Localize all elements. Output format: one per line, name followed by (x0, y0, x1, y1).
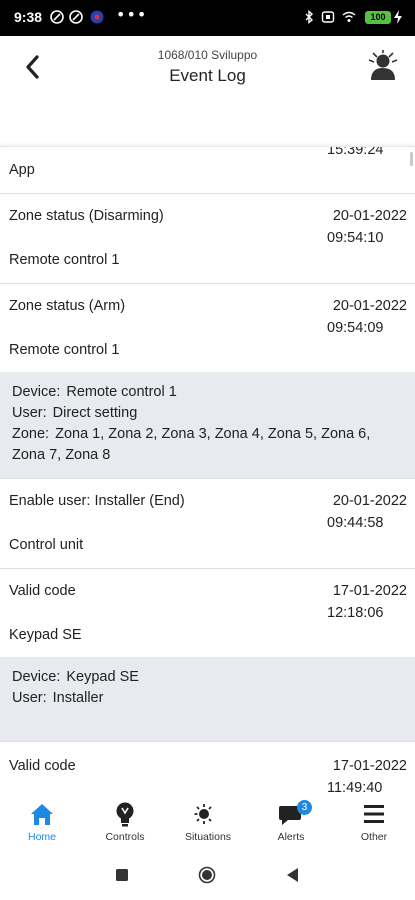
event-title: Zone status (Disarming) (9, 208, 164, 224)
event-date: 17-01-2022 (332, 758, 407, 774)
more-notifications-icon: ••• (116, 5, 148, 24)
detail-value: Installer (52, 690, 104, 706)
event-title: Valid code (9, 758, 76, 774)
detail-value: Remote control 1 (66, 384, 177, 400)
event-source: Remote control 1 (9, 252, 120, 268)
detail-row: Device: Remote control 1 (12, 382, 403, 403)
event-time: 15:39:24 (327, 146, 384, 158)
nav-label: Alerts (277, 831, 305, 843)
list-item[interactable]: Enable user: Installer (End) 20-01-2022 … (0, 479, 415, 569)
event-title: Zone status (Arm) (9, 298, 126, 314)
detail-key: Device: (12, 384, 61, 400)
menu-icon (364, 805, 384, 823)
detail-key: User: (12, 405, 47, 421)
sun-moon-icon (194, 804, 214, 824)
charging-icon (394, 10, 402, 24)
event-time: 09:54:10 (327, 230, 384, 246)
nav-label: Home (27, 831, 56, 843)
event-date: 17-01-2022 (332, 583, 407, 599)
detail-key: User: (12, 690, 47, 706)
list-item[interactable]: 15:39:24 App (0, 147, 415, 194)
nav-label: Other (360, 831, 388, 843)
event-details: Device: Keypad SE User: Installer (0, 657, 415, 742)
notification-icon (50, 10, 64, 24)
bottom-navigation: Home Controls Situations 3 Alerts Other (0, 794, 415, 854)
nav-alerts[interactable]: 3 Alerts (251, 800, 331, 843)
list-item[interactable]: Valid code 17-01-2022 12:18:06 Keypad SE (0, 569, 415, 657)
wifi-icon (342, 11, 356, 22)
list-item[interactable]: Valid code 17-01-2022 11:49:40 (0, 742, 415, 794)
header-subtitle: 1068/010 Sviluppo (157, 48, 258, 62)
detail-key: Device: (12, 669, 61, 685)
event-time: 09:44:58 (327, 515, 384, 531)
home-button-icon[interactable] (198, 866, 216, 884)
detail-row: User: Direct setting (12, 403, 403, 424)
detail-key: Zone: (12, 426, 50, 442)
nav-label: Situations (184, 831, 232, 843)
app-notification-icon (90, 10, 104, 24)
nav-other[interactable]: Other (334, 800, 414, 843)
app-header: 1068/010 Sviluppo Event Log (0, 36, 415, 98)
event-source: Remote control 1 (9, 342, 120, 358)
home-icon (31, 804, 53, 825)
nav-label: Controls (105, 831, 145, 843)
event-time: 09:54:09 (327, 320, 384, 336)
detail-value: Keypad SE (66, 669, 139, 685)
battery-icon: 100 (365, 11, 391, 24)
sim-icon (321, 11, 335, 23)
detail-row: Zone: Zona 1, Zona 2, Zona 3, Zona 4, Zon… (12, 424, 403, 466)
bluetooth-icon (305, 10, 314, 24)
scrollbar[interactable] (410, 152, 413, 166)
nav-situations[interactable]: Situations (168, 800, 248, 843)
event-source: App (9, 162, 35, 178)
installer-user-icon[interactable] (365, 50, 401, 82)
event-details: Device: Remote control 1 User: Direct sett… (0, 372, 415, 479)
event-date: 20-01-2022 (332, 298, 407, 314)
detail-row: User: Installer (12, 688, 403, 709)
system-navigation-bar (0, 854, 415, 900)
event-date: 20-01-2022 (332, 208, 407, 224)
detail-value: Direct setting (52, 405, 138, 421)
page-title: Event Log (169, 66, 246, 85)
status-time: 9:38 (14, 9, 43, 25)
alerts-count-badge: 3 (297, 800, 312, 815)
list-item[interactable]: Zone status (Disarming) 20-01-2022 09:54… (0, 194, 415, 284)
nav-home[interactable]: Home (2, 800, 82, 843)
event-title: Enable user: Installer (End) (9, 493, 185, 509)
nav-controls[interactable]: Controls (85, 800, 165, 843)
status-bar: 9:38 ••• 100 (0, 0, 415, 36)
list-item[interactable]: Zone status (Arm) 20-01-2022 09:54:09 Re… (0, 284, 415, 372)
event-title: Valid code (9, 583, 76, 599)
detail-row: Device: Keypad SE (12, 667, 403, 688)
recents-icon[interactable] (115, 868, 129, 882)
notification-icon (69, 10, 83, 24)
event-date: 20-01-2022 (332, 493, 407, 509)
event-source: Keypad SE (9, 627, 82, 643)
event-time: 12:18:06 (327, 605, 384, 621)
event-log-list[interactable]: 15:39:24 App Zone status (Disarming) 20-… (0, 146, 415, 794)
event-time: 11:49:40 (327, 780, 383, 794)
event-source: Control unit (9, 537, 84, 553)
back-triangle-icon[interactable] (285, 867, 299, 883)
detail-value: Zona 1, Zona 2, Zona 3, Zona 4, Zona 5, … (12, 426, 371, 463)
bulb-icon (116, 802, 134, 827)
